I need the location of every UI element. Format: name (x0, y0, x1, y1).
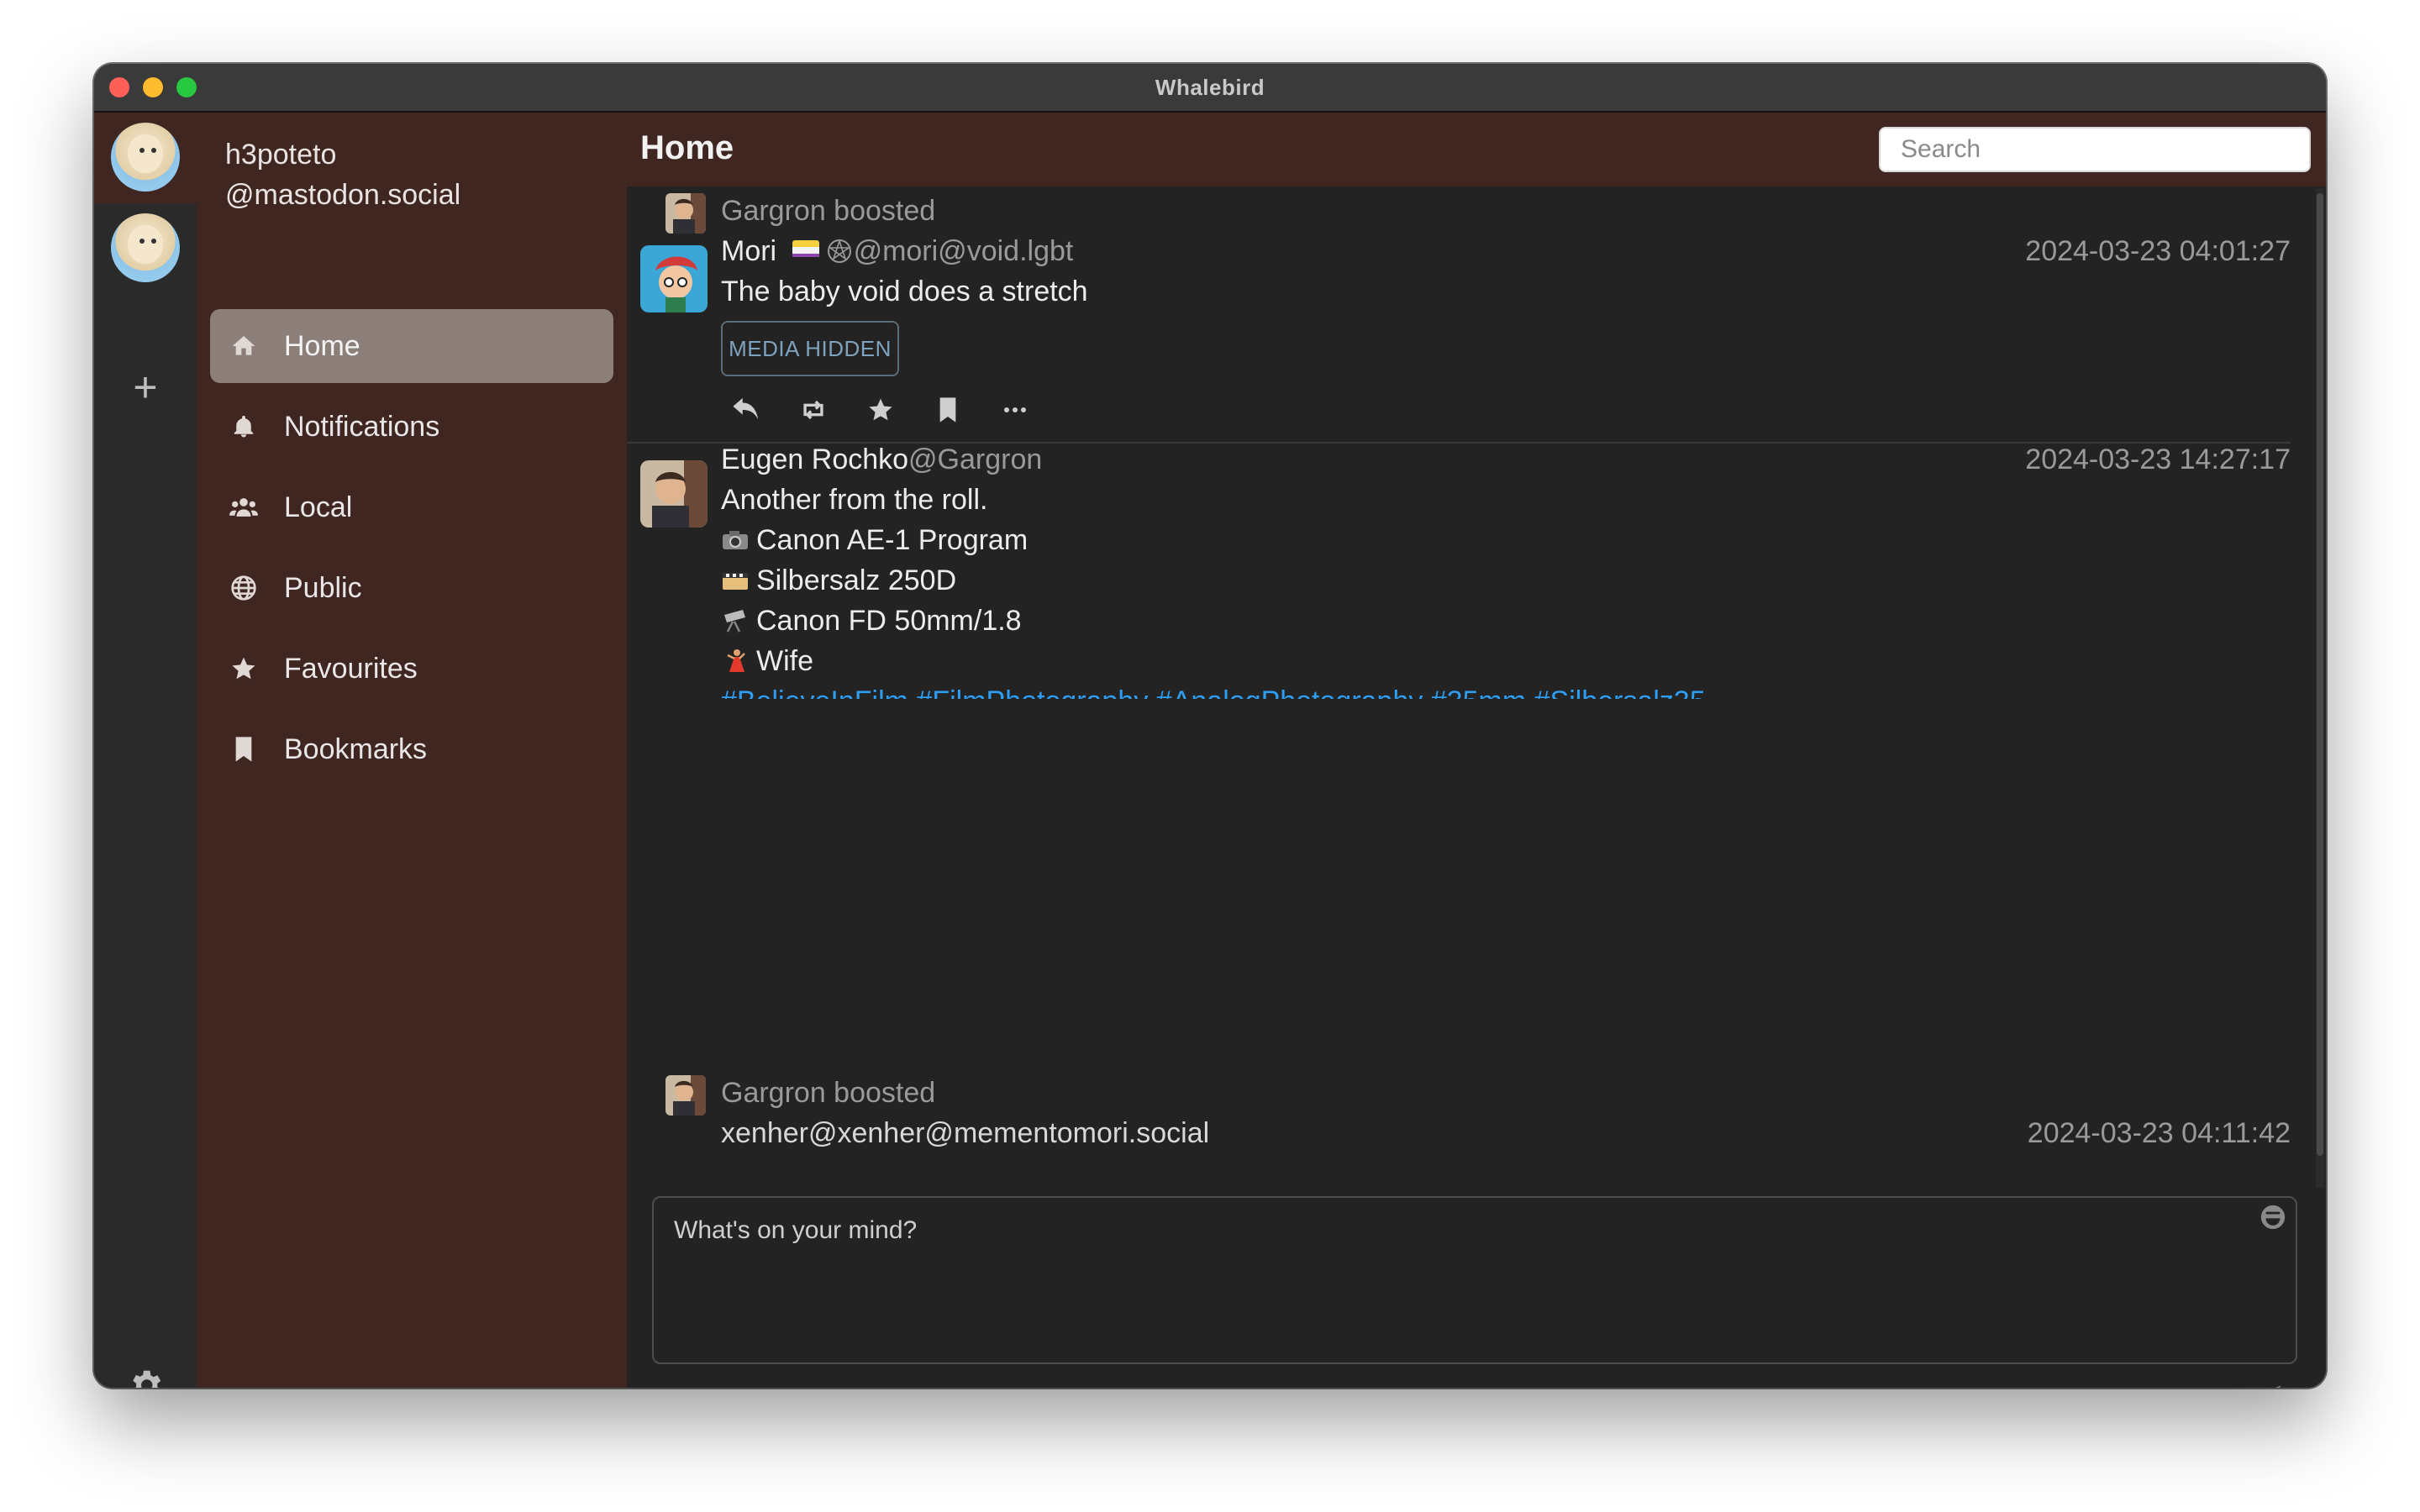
author-avatar[interactable] (640, 460, 708, 528)
account-avatar-2[interactable] (111, 213, 180, 282)
home-icon (227, 329, 260, 363)
custom-emoji-icon (792, 240, 819, 262)
bell-icon (227, 410, 260, 444)
camera-emoji-icon (723, 531, 748, 549)
search-input[interactable] (1879, 127, 2311, 172)
status-timestamp[interactable]: 2024-03-23 04:01:27 (2025, 235, 2291, 268)
sidebar-item-notifications[interactable]: Notifications (210, 390, 613, 464)
compose-box (652, 1196, 2297, 1364)
status-item[interactable]: Eugen Rochko@Gargron 2024-03-23 14:27:17… (627, 444, 2316, 699)
window-title: Whalebird (1155, 74, 1265, 100)
status-hashtags[interactable]: #BelieveInFilm #FilmPhotography #AnalogP… (721, 685, 1706, 699)
status-author: Eugen Rochko@Gargron (721, 444, 1042, 476)
star-icon (227, 652, 260, 685)
status-item[interactable]: Gargron boosted xenher@xenher@mementomor… (627, 1067, 2316, 1194)
status-content-line: Another from the roll. (721, 484, 988, 516)
sidebar-item-public[interactable]: Public (210, 551, 613, 625)
status-author-partial: xenher@xenher@mementomori.social (721, 1117, 1210, 1149)
bookmark-icon[interactable] (931, 393, 965, 427)
sidebar-item-bookmarks[interactable]: Bookmarks (210, 712, 613, 786)
sidebar-item-label: Public (284, 571, 362, 604)
status-content-line: Canon AE-1 Program (721, 524, 1028, 557)
sidebar-item-favourites[interactable]: Favourites (210, 632, 613, 706)
wife-text: Wife (756, 645, 813, 677)
visibility-globe-icon[interactable] (805, 1384, 842, 1388)
boost-label: Gargron boosted (721, 1077, 936, 1109)
status-timestamp[interactable]: 2024-03-23 04:11:42 (2028, 1117, 2291, 1150)
title-bar: Whalebird (94, 64, 2326, 113)
add-account-button[interactable]: + (123, 366, 168, 408)
emoji-picker-icon[interactable] (2259, 1203, 2287, 1231)
author-avatar[interactable] (640, 245, 708, 312)
sidebar: h3poteto @mastodon.social Home Notificat… (197, 113, 627, 1388)
status-actions (729, 393, 1032, 427)
boost-icon[interactable] (797, 393, 830, 427)
sidebar-item-label: Local (284, 491, 353, 523)
timeline-scrollbar[interactable] (2316, 188, 2324, 1188)
film-text: Silbersalz 250D (756, 564, 957, 596)
author-display-name[interactable]: Mori (721, 235, 776, 267)
film-emoji-icon (723, 573, 748, 590)
sidebar-item-label: Bookmarks (284, 732, 428, 765)
account-username: h3poteto (225, 139, 337, 171)
status-content-line: Wife (721, 645, 813, 678)
main-panel: Home Gargron boosted Mori @mori@void.lgb… (627, 113, 2326, 1388)
compose-toolbar: CW 500 (652, 1374, 2299, 1388)
lens-text: Canon FD 50mm/1.8 (756, 605, 1022, 637)
author-handle[interactable]: @mori@void.lgbt (854, 235, 1074, 267)
booster-avatar[interactable] (666, 193, 706, 234)
sidebar-item-home[interactable]: Home (210, 309, 613, 383)
bookmark-icon (227, 732, 260, 766)
timeline: Gargron boosted Mori @mori@void.lgbt 202… (627, 186, 2316, 699)
account-info: h3poteto @mastodon.social (225, 134, 460, 215)
telescope-emoji-icon (724, 610, 745, 633)
dancer-emoji-icon (727, 649, 745, 672)
minimize-window-button[interactable] (143, 77, 163, 97)
sidebar-nav: Home Notifications Local Public Favourit… (210, 309, 613, 793)
status-item[interactable]: Gargron boosted Mori @mori@void.lgbt 202… (627, 186, 2316, 444)
settings-gear-icon[interactable] (126, 1366, 165, 1388)
maximize-window-button[interactable] (176, 77, 197, 97)
window-controls (109, 77, 197, 97)
sidebar-item-label: Home (284, 329, 360, 362)
reply-icon[interactable] (729, 393, 763, 427)
app-window: Whalebird + h3poteto @mastodon.social Ho… (94, 64, 2326, 1388)
author-display-name[interactable]: Eugen Rochko (721, 444, 908, 475)
author-handle[interactable]: @Gargron (908, 444, 1042, 475)
camera-text: Canon AE-1 Program (756, 524, 1028, 556)
status-content-line: Silbersalz 250D (721, 564, 956, 597)
globe-icon (227, 571, 260, 605)
compose-textarea[interactable] (654, 1198, 2296, 1362)
attachment-paperclip-icon[interactable] (660, 1384, 697, 1388)
sidebar-item-label: Notifications (284, 410, 440, 443)
main-header: Home (627, 113, 2326, 186)
users-icon (227, 491, 260, 524)
sidebar-item-local[interactable]: Local (210, 470, 613, 544)
status-timestamp[interactable]: 2024-03-23 14:27:17 (2025, 444, 2291, 476)
account-switcher: + (94, 113, 197, 1388)
status-content: The baby void does a stretch (721, 276, 1088, 307)
favourite-star-icon[interactable] (864, 393, 897, 427)
poll-list-icon[interactable] (733, 1384, 770, 1388)
page-title: Home (640, 129, 734, 166)
booster-avatar[interactable] (666, 1075, 706, 1116)
content-warning-button[interactable]: CW (896, 1384, 944, 1388)
status-author: Mori @mori@void.lgbt (721, 235, 1073, 268)
account-server: @mastodon.social (225, 179, 461, 211)
scrollbar-thumb[interactable] (2317, 193, 2323, 1156)
media-hidden-button[interactable]: MEDIA HIDDEN (721, 321, 899, 376)
close-window-button[interactable] (109, 77, 129, 97)
sidebar-item-label: Favourites (284, 652, 418, 685)
status-content-line: Canon FD 50mm/1.8 (721, 605, 1022, 638)
send-paper-plane-icon[interactable] (2250, 1383, 2289, 1388)
character-counter: 500 (2177, 1384, 2225, 1388)
boost-label: Gargron boosted (721, 195, 936, 227)
pentagram-emoji-icon (827, 239, 851, 263)
account-avatar-1[interactable] (111, 123, 180, 192)
more-options-icon[interactable] (998, 393, 1032, 427)
